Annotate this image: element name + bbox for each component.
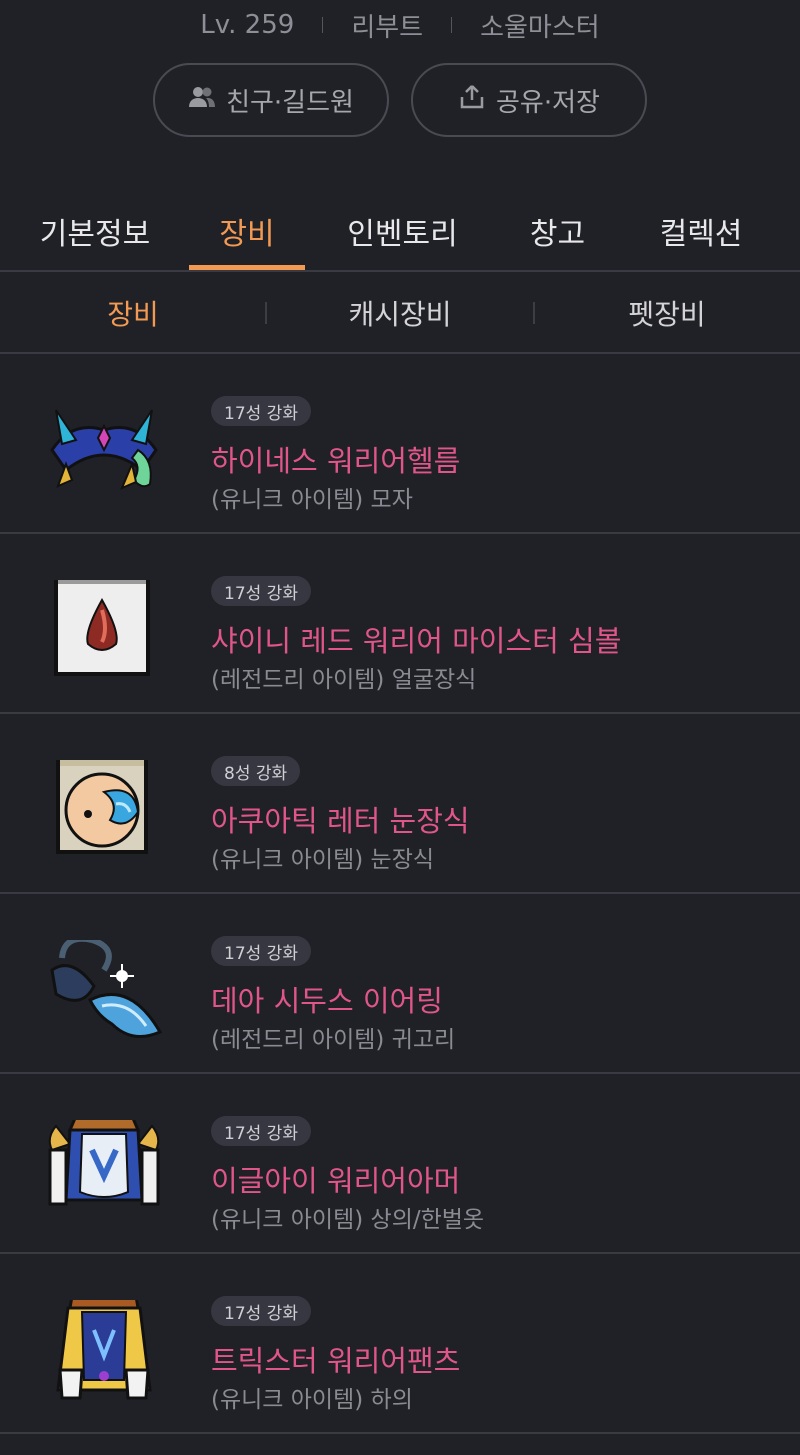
eye-accessory-icon bbox=[42, 736, 166, 860]
enhance-badge: 17성 강화 bbox=[211, 1296, 311, 1326]
divider bbox=[322, 17, 324, 33]
item-name: 샤이니 레드 워리어 마이스터 심볼 bbox=[211, 624, 622, 658]
item-name: 트릭스터 워리어팬츠 bbox=[211, 1344, 461, 1378]
enhance-badge: 17성 강화 bbox=[211, 576, 311, 606]
tab-equipment[interactable]: 장비 bbox=[189, 196, 305, 270]
level-text: Lv. 259 bbox=[200, 10, 295, 40]
item-type: (유니크 아이템) 상의/한벌옷 bbox=[211, 1207, 485, 1233]
divider bbox=[451, 17, 453, 33]
sub-tabs: 장비 캐시장비 펫장비 bbox=[0, 274, 800, 354]
action-buttons: 친구·길드원 공유·저장 bbox=[0, 63, 800, 137]
enhance-badge: 17성 강화 bbox=[211, 1116, 311, 1146]
item-type: (유니크 아이템) 하의 bbox=[211, 1387, 413, 1413]
people-icon bbox=[188, 83, 216, 118]
item-name: 아쿠아틱 레터 눈장식 bbox=[211, 804, 470, 838]
subtab-pet-equipment[interactable]: 펫장비 bbox=[534, 274, 800, 352]
tab-collection[interactable]: 컬렉션 bbox=[630, 196, 772, 266]
item-type: (레전드리 아이템) 얼굴장식 bbox=[211, 667, 477, 693]
tab-basic-info[interactable]: 기본정보 bbox=[10, 196, 180, 266]
list-item[interactable]: 17성 강화 하이네스 워리어헬름 (유니크 아이템) 모자 bbox=[0, 354, 800, 534]
enhance-badge: 17성 강화 bbox=[211, 396, 311, 426]
share-save-button[interactable]: 공유·저장 bbox=[411, 63, 647, 137]
item-type: (유니크 아이템) 눈장식 bbox=[211, 847, 435, 873]
list-item[interactable]: 17성 강화 데아 시두스 이어링 (레전드리 아이템) 귀고리 bbox=[0, 894, 800, 1074]
character-meta: Lv. 259 리부트 소울마스터 bbox=[0, 0, 800, 50]
pants-icon bbox=[42, 1294, 166, 1400]
enhance-badge: 8성 강화 bbox=[211, 756, 301, 786]
share-save-label: 공유·저장 bbox=[496, 87, 600, 118]
list-item[interactable]: 8성 강화 아쿠아틱 레터 눈장식 (유니크 아이템) 눈장식 bbox=[0, 714, 800, 894]
earring-icon bbox=[42, 935, 166, 1040]
main-tabs: 기본정보 장비 인벤토리 창고 컬렉션 bbox=[0, 196, 800, 272]
item-name: 데아 시두스 이어링 bbox=[211, 984, 443, 1018]
friend-guild-label: 친구·길드원 bbox=[226, 87, 354, 118]
tab-storage[interactable]: 창고 bbox=[505, 196, 610, 266]
subtab-equipment[interactable]: 장비 bbox=[0, 274, 266, 352]
subtab-cash-equipment[interactable]: 캐시장비 bbox=[266, 274, 534, 352]
tab-inventory[interactable]: 인벤토리 bbox=[320, 196, 485, 266]
enhance-badge: 17성 강화 bbox=[211, 936, 311, 966]
item-type: (유니크 아이템) 모자 bbox=[211, 487, 413, 513]
equipment-list: 17성 강화 하이네스 워리어헬름 (유니크 아이템) 모자 17성 강화 샤이… bbox=[0, 354, 800, 1434]
symbol-icon bbox=[42, 556, 166, 680]
helmet-icon bbox=[42, 400, 166, 500]
item-name: 하이네스 워리어헬름 bbox=[211, 444, 461, 478]
friend-guild-button[interactable]: 친구·길드원 bbox=[153, 63, 389, 137]
armor-icon bbox=[42, 1114, 166, 1220]
list-item[interactable]: 17성 강화 트릭스터 워리어팬츠 (유니크 아이템) 하의 bbox=[0, 1254, 800, 1434]
divider bbox=[265, 302, 267, 324]
world-text: 리부트 bbox=[351, 12, 424, 43]
list-item[interactable]: 17성 강화 샤이니 레드 워리어 마이스터 심볼 (레전드리 아이템) 얼굴장… bbox=[0, 534, 800, 714]
list-item[interactable]: 17성 강화 이글아이 워리어아머 (유니크 아이템) 상의/한벌옷 bbox=[0, 1074, 800, 1254]
share-icon bbox=[458, 83, 486, 118]
item-type: (레전드리 아이템) 귀고리 bbox=[211, 1027, 456, 1053]
item-name: 이글아이 워리어아머 bbox=[211, 1164, 461, 1198]
divider bbox=[533, 302, 535, 324]
job-text: 소울마스터 bbox=[480, 12, 600, 43]
